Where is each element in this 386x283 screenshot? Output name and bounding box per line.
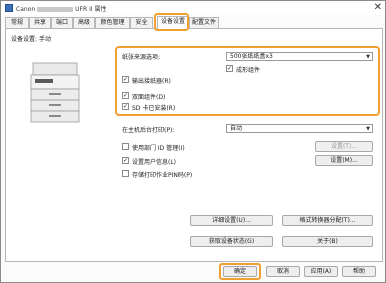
window-title: Canon UFR II 属性 <box>16 4 107 13</box>
options-highlight-ring <box>115 46 380 116</box>
get-status-button[interactable]: 获取设备状态(G) <box>190 236 273 247</box>
redacted-model-name <box>37 7 74 12</box>
details-button[interactable]: 详细设置(U)... <box>190 215 273 226</box>
close-icon[interactable]: ✕ <box>374 2 382 13</box>
tab-highlight-ring <box>154 13 189 31</box>
pin-checkbox[interactable] <box>122 170 129 177</box>
tab-sharing[interactable]: 共享 <box>29 17 51 28</box>
dept-id-checkbox[interactable] <box>122 143 129 150</box>
tab-profile[interactable]: 配置文件 <box>189 17 219 28</box>
tab-color-management[interactable]: 颜色管理 <box>95 17 130 28</box>
tab-ports[interactable]: 端口 <box>51 17 73 28</box>
spooling-label: 在主机后台打印(P): <box>122 127 175 134</box>
printer-app-icon <box>5 4 13 12</box>
device-settings-caption: 设备设置: 手动 <box>11 34 51 43</box>
printer-image <box>30 62 80 123</box>
tab-advanced[interactable]: 高级 <box>73 17 95 28</box>
settings-button-2[interactable]: 设置(M)... <box>315 155 373 166</box>
device-settings-value: 手动 <box>38 36 51 43</box>
dept-id-label: 使用部门 ID 管理(I) <box>132 145 185 152</box>
spooling-select[interactable]: 自动 ▼ <box>226 124 373 133</box>
help-button[interactable]: 帮助 <box>342 266 376 277</box>
spooling-value: 自动 <box>230 125 243 132</box>
tab-general[interactable]: 常规 <box>5 17 29 28</box>
about-button[interactable]: 关于(B) <box>282 236 373 247</box>
user-info-label: 设置用户信息(L) <box>132 159 177 166</box>
chevron-down-icon: ▼ <box>366 126 370 132</box>
title-prefix: Canon <box>16 6 36 13</box>
title-bar: Canon UFR II 属性 ✕ <box>1 1 385 15</box>
tab-security[interactable]: 安全 <box>130 17 153 28</box>
cancel-button[interactable]: 取消 <box>266 266 300 277</box>
settings-button-1[interactable]: 设置(T)... <box>315 141 373 152</box>
pin-label: 存储打印作业PIN码(P) <box>132 172 193 179</box>
apply-button[interactable]: 应用(A) <box>304 266 338 277</box>
format-check-button[interactable]: 格式转换器分配(T)... <box>282 215 373 226</box>
ok-highlight-ring <box>219 263 261 280</box>
properties-window: Canon UFR II 属性 ✕ 常规 共享 端口 高级 颜色管理 安全 设备设… <box>0 0 386 283</box>
device-settings-label: 设备设置: <box>11 36 38 43</box>
title-suffix: UFR II 属性 <box>75 6 107 13</box>
user-info-checkbox[interactable]: ✓ <box>122 157 129 164</box>
